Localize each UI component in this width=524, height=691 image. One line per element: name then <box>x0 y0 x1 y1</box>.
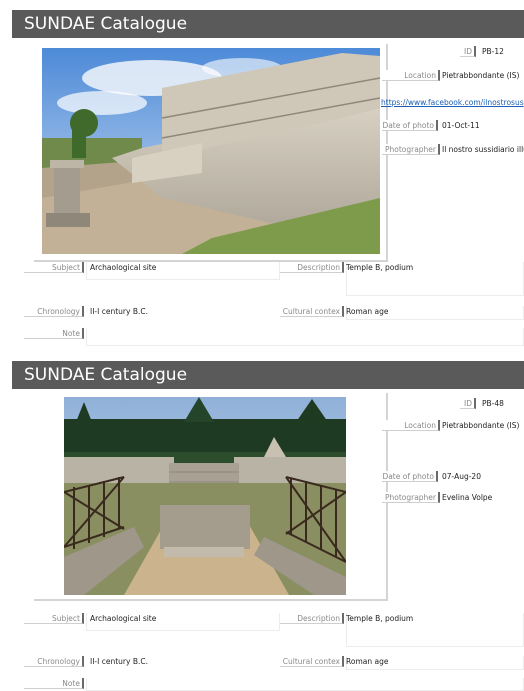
description-label: Description <box>280 613 344 624</box>
description-value: Temple B, podium <box>346 614 414 623</box>
photographer-label: Photographer <box>382 144 440 155</box>
subject-value: Archaological site <box>90 614 157 623</box>
description-label: Description <box>280 262 344 273</box>
description-value: Temple B, podium <box>346 263 414 272</box>
catalogue-record-1: SUNDAE Catalogue ID PB-12 Location Pietr… <box>12 10 524 350</box>
note-label: Note <box>24 328 84 339</box>
photo-frame <box>34 44 388 262</box>
date-label: Date of photo <box>382 120 438 131</box>
location-value: Pietrabbondante (IS) <box>442 71 520 80</box>
subject-label: Subject <box>24 262 84 273</box>
photo-frame <box>34 393 388 601</box>
source-link[interactable]: https://www.facebook.com/ilnostrosus <box>381 97 524 108</box>
note-box <box>86 328 524 346</box>
date-value: 01-Oct-11 <box>442 121 480 130</box>
chronology-value: II-I century B.C. <box>90 307 148 316</box>
context-label: Cultural contex <box>280 656 344 667</box>
id-value: PB-48 <box>482 399 504 408</box>
site-photo <box>42 48 380 254</box>
date-label: Date of photo <box>382 471 438 482</box>
photographer-label: Photographer <box>382 492 440 503</box>
catalogue-record-2: SUNDAE Catalogue ID PB-48 Location Pietr… <box>12 361 524 691</box>
site-photo <box>64 397 346 595</box>
context-label: Cultural contex <box>280 306 344 317</box>
location-label: Location <box>382 420 440 431</box>
subject-value: Archaological site <box>90 263 157 272</box>
note-box <box>86 678 524 691</box>
chronology-value: II-I century B.C. <box>90 657 148 666</box>
chronology-label: Chronology <box>24 656 84 667</box>
context-value: Roman age <box>346 657 389 666</box>
context-value: Roman age <box>346 307 389 316</box>
location-label: Location <box>382 70 440 81</box>
id-value: PB-12 <box>482 47 504 56</box>
subject-label: Subject <box>24 613 84 624</box>
date-value: 07-Aug-20 <box>442 472 481 481</box>
catalogue-title: SUNDAE Catalogue <box>12 361 524 389</box>
photographer-value: Evelina Volpe <box>442 493 493 502</box>
temple-steps-photo <box>64 397 346 595</box>
temple-ruins-photo <box>42 48 380 254</box>
chronology-label: Chronology <box>24 306 84 317</box>
location-value: Pietrabbondante (IS) <box>442 421 520 430</box>
id-label: ID <box>460 46 476 57</box>
id-label: ID <box>460 398 476 409</box>
photographer-value: Il nostro sussidiario illu <box>442 145 524 154</box>
note-label: Note <box>24 678 84 689</box>
catalogue-title: SUNDAE Catalogue <box>12 10 524 38</box>
